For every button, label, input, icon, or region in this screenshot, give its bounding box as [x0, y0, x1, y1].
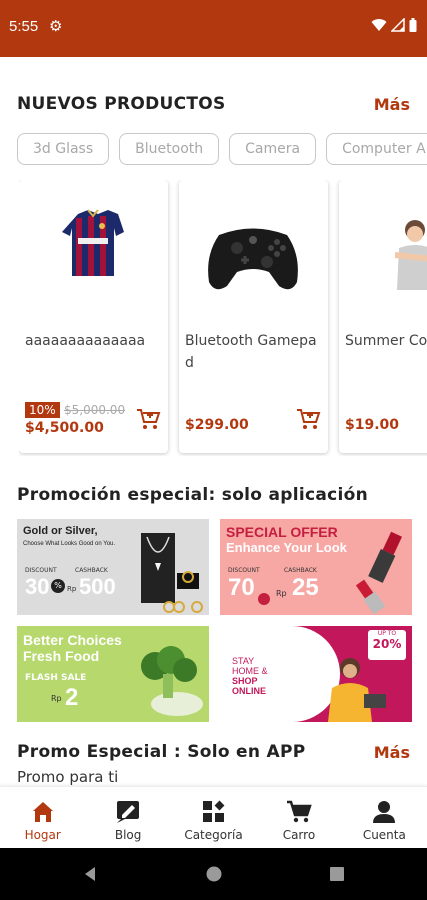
promo-subtitle: Promo para ti [17, 768, 119, 786]
home-button-icon[interactable] [206, 866, 222, 882]
nav-label: Cuenta [362, 828, 406, 842]
nav-label: Blog [114, 828, 142, 842]
chip-bluetooth[interactable]: Bluetooth [119, 133, 220, 165]
banner-cashback-label: CASHBACK [75, 567, 108, 574]
product-name: Bluetooth Gamepad [185, 333, 317, 371]
recents-icon[interactable] [329, 866, 345, 882]
signal-icon [391, 18, 405, 32]
chip-camera[interactable]: Camera [229, 133, 317, 165]
header-spacer [0, 57, 427, 67]
product-carousel: aaaaaaaaaaaaaa 10% $5,000.00 $4,500.00 B… [19, 180, 427, 456]
product-name: Summer Co OK [345, 333, 427, 349]
battery-icon [409, 18, 417, 32]
banner-text-block: STAY HOME & SHOP ONLINE [232, 656, 268, 696]
product-card[interactable]: aaaaaaaaaaaaaa 10% $5,000.00 $4,500.00 [19, 180, 168, 453]
wifi-icon [371, 19, 387, 31]
discount-badge: 10% [25, 402, 60, 418]
home-icon [32, 802, 53, 822]
banner-currency: Rp [276, 589, 287, 598]
category-icon [202, 800, 224, 822]
promo-badge-value: 20% [372, 637, 402, 651]
banner-title-line: Better Choices [23, 632, 122, 648]
product-price: $299.00 [185, 417, 249, 433]
lipstick-image [355, 531, 403, 615]
new-products-title: NUEVOS PRODUCTOS [17, 94, 226, 114]
banner-cashback-value: 500 [79, 574, 116, 599]
banner-currency: Rp [51, 694, 62, 703]
nav-item-account[interactable]: Cuenta [342, 787, 427, 848]
nav-item-cart[interactable]: Carro [256, 787, 341, 848]
banner-text-line: ONLINE [232, 686, 267, 696]
percent-badge [258, 593, 270, 605]
banner-value: 2 [65, 684, 79, 711]
product-card[interactable]: Summer Co OK $19.00 [339, 180, 427, 453]
product-price: $19.00 [345, 417, 400, 433]
chip-computer[interactable]: Computer A [326, 133, 427, 165]
banner-title-line: SPECIAL OFFER [226, 524, 338, 540]
promo-special-title: Promo Especial : Solo en APP [17, 742, 306, 762]
add-to-cart-icon[interactable] [295, 406, 321, 432]
old-price: $5,000.00 [64, 403, 126, 417]
banner-flash-label: FLASH SALE [25, 673, 87, 683]
model-image [395, 220, 427, 290]
nav-label: Hogar [24, 828, 61, 842]
status-icons [371, 18, 417, 32]
nav-label: Carro [282, 828, 316, 842]
banner-cashback-label: CASHBACK [284, 567, 317, 574]
banner-stay-home[interactable]: STAY HOME & SHOP ONLINE UP TO 20% [220, 626, 412, 722]
nav-item-blog[interactable]: Blog [85, 787, 170, 848]
banner-currency: Rp [67, 585, 77, 593]
woman-shopping-image [328, 658, 386, 722]
banner-text-line: HOME & [232, 666, 268, 676]
banner-subtitle: Fresh Food [23, 648, 100, 664]
banner-gold-silver[interactable]: Gold or Silver, Choose What Looks Good o… [17, 519, 209, 615]
banner-text-line: STAY [232, 656, 255, 666]
category-chips: 3d Glass Bluetooth Camera Computer A [17, 133, 427, 165]
product-price: $4,500.00 [25, 420, 104, 436]
banner-discount-label: DISCOUNT [228, 567, 260, 574]
banner-fresh-food[interactable]: Better Choices Fresh Food FLASH SALE Rp … [17, 626, 209, 722]
back-icon[interactable] [82, 866, 98, 882]
nav-item-home[interactable]: Hogar [0, 787, 85, 848]
chip-3d-glass[interactable]: 3d Glass [17, 133, 110, 165]
promo-special-more-link[interactable]: Más [374, 743, 410, 762]
gamepad-image [208, 228, 298, 290]
jersey-image [62, 209, 124, 276]
banner-discount-value: 70 [228, 574, 255, 601]
banner-subtitle: Enhance Your Look [226, 540, 347, 555]
cart-icon [286, 800, 312, 823]
jewelry-image [141, 533, 203, 613]
blog-icon [117, 801, 140, 823]
add-to-cart-icon[interactable] [135, 406, 161, 432]
banner-title-line: Gold or Silver, [23, 525, 98, 537]
nav-label: Categoría [184, 828, 243, 842]
settings-gear-icon: ⚙ [49, 17, 63, 35]
promo-badge-top: UP TO [377, 630, 397, 637]
banner-discount-value: 30 [25, 574, 50, 599]
product-name: aaaaaaaaaaaaaa [25, 333, 146, 349]
product-card[interactable]: Bluetooth Gamepad $299.00 [179, 180, 328, 453]
new-products-more-link[interactable]: Más [374, 95, 410, 114]
status-time: 5:55 [9, 18, 39, 35]
banner-special-offer[interactable]: SPECIAL OFFER Enhance Your Look DISCOUNT… [220, 519, 412, 615]
banner-discount-label: DISCOUNT [25, 567, 57, 574]
broccoli-image [141, 646, 203, 716]
banner-text-line: SHOP [232, 676, 258, 686]
nav-item-category[interactable]: Categoría [171, 787, 256, 848]
account-icon [373, 801, 396, 823]
system-nav-bar [0, 848, 427, 900]
promo-app-title: Promoción especial: solo aplicación [17, 485, 369, 505]
bottom-nav: Hogar Blog Categoría Carro Cuenta [0, 786, 427, 848]
banner-subtitle: Choose What Looks Good on You. [23, 541, 116, 547]
status-bar: 5:55 ⚙ [0, 0, 427, 57]
banner-cashback-value: 25 [292, 574, 319, 601]
percent-badge: % [51, 579, 65, 593]
